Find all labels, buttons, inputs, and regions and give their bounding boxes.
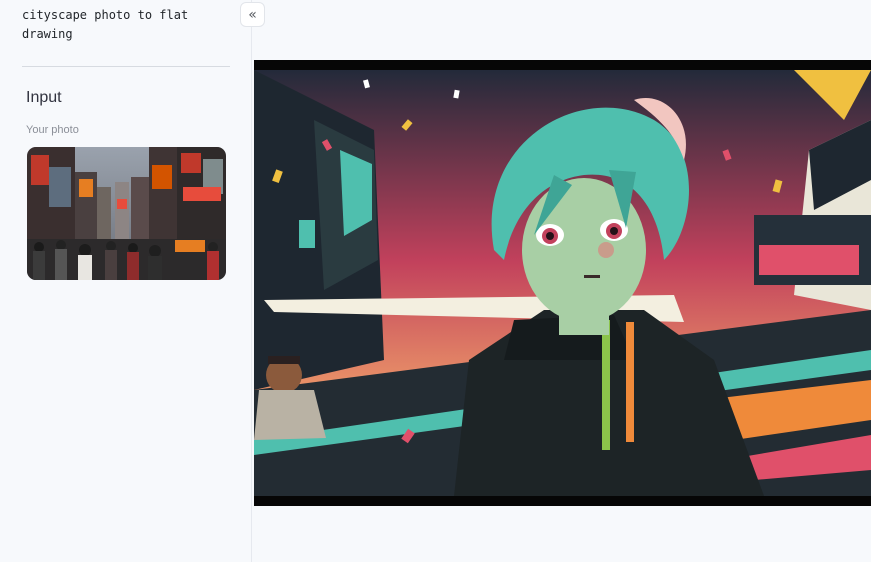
input-section-title: Input [26, 89, 62, 106]
prompt-text: cityscape photo to flat drawing [22, 8, 189, 41]
sidebar-divider [22, 66, 230, 67]
sidebar: cityscape photo to flat drawing Input Yo… [0, 0, 252, 562]
input-photo-image [27, 147, 226, 280]
photo-field-label: Your photo [26, 124, 79, 136]
output-image [254, 60, 871, 506]
double-chevron-left-icon: « [248, 6, 257, 23]
input-photo-thumbnail[interactable] [27, 147, 226, 280]
generated-drawing [254, 60, 871, 506]
collapse-sidebar-button[interactable]: « [240, 2, 265, 27]
